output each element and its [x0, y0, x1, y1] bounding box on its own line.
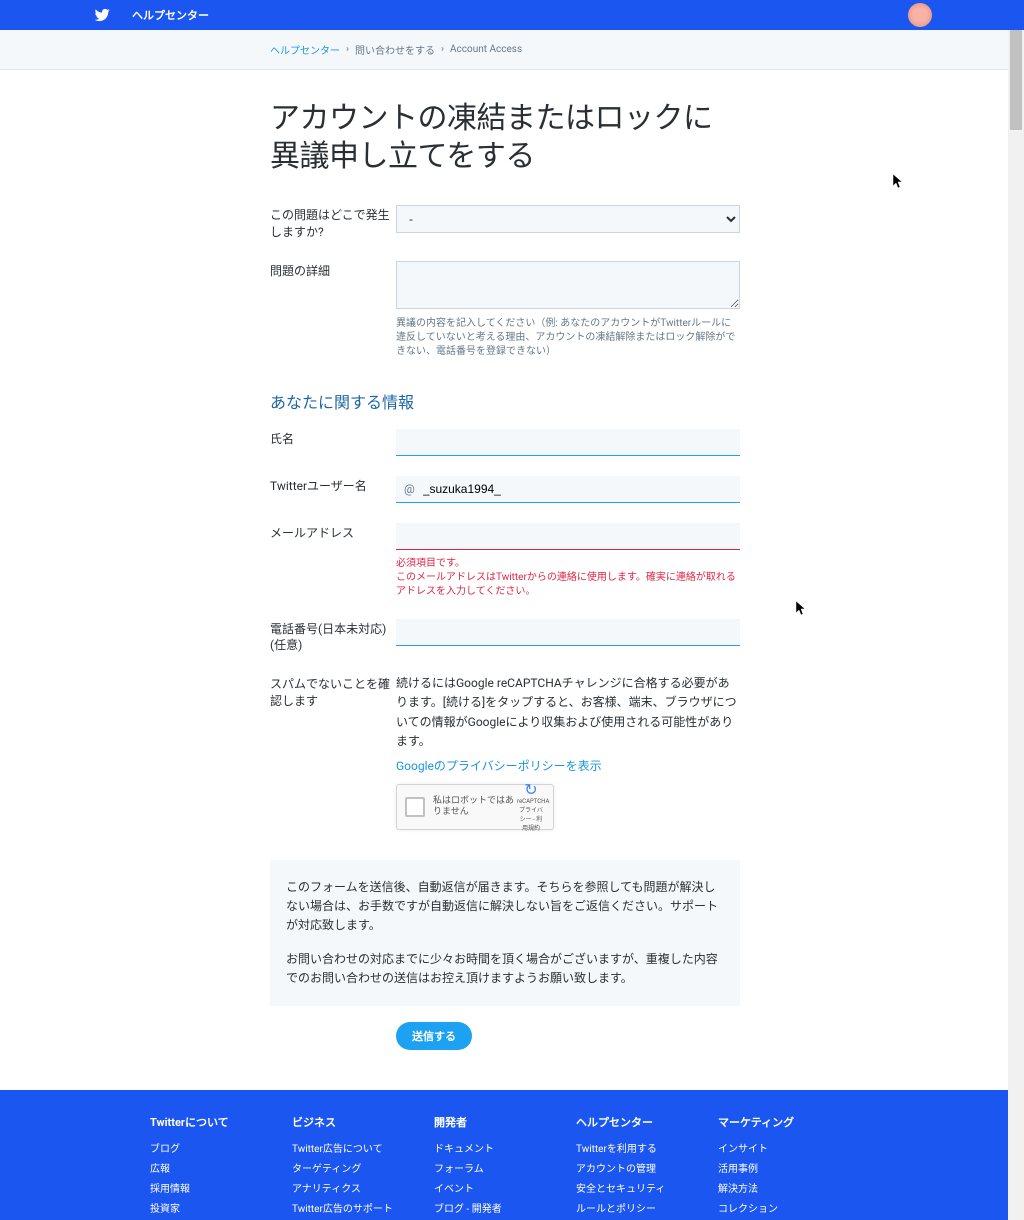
name-input[interactable]: [396, 429, 740, 456]
footer-link[interactable]: 活用事例: [718, 1160, 860, 1175]
footer-link[interactable]: 解決方法: [718, 1180, 860, 1195]
details-textarea[interactable]: [396, 261, 740, 309]
captcha-privacy-link[interactable]: Googleのプライバシーポリシーを表示: [396, 757, 602, 774]
footer-link[interactable]: フォーラム: [434, 1160, 576, 1175]
footer-link[interactable]: 投資家: [150, 1200, 292, 1215]
page-title: アカウントの凍結またはロックに異議申し立てをする: [270, 100, 740, 175]
notice-box: このフォームを送信後、自動返信が届きます。そちらを参照しても問題が解決しない場合…: [270, 860, 740, 1006]
footer-link[interactable]: Twitter広告について: [292, 1140, 434, 1155]
phone-label: 電話番号(日本未対応) (任意): [270, 619, 396, 655]
footer-link[interactable]: ターゲティング: [292, 1160, 434, 1175]
cursor-icon: [893, 174, 905, 190]
email-error: 必須項目です。: [396, 554, 740, 569]
footer-col-head: Twitterについて: [150, 1114, 292, 1130]
footer-link[interactable]: イベント: [434, 1180, 576, 1195]
username-label: Twitterユーザー名: [270, 476, 396, 495]
username-prefix: @: [396, 476, 419, 502]
footer-link[interactable]: アナリティクス: [292, 1180, 434, 1195]
details-label: 問題の詳細: [270, 261, 396, 280]
where-label: この問題はどこで発生しますか?: [270, 205, 396, 241]
avatar[interactable]: [908, 3, 932, 27]
footer-col-head: ビジネス: [292, 1114, 434, 1130]
details-help: 異議の内容を記入してください（例: あなたのアカウントがTwitterルールに違…: [396, 317, 740, 359]
footer-link[interactable]: ルールとポリシー: [576, 1200, 718, 1215]
submit-button[interactable]: 送信する: [396, 1022, 472, 1050]
breadcrumb-item-contact: 問い合わせをする: [355, 42, 435, 57]
footer-link[interactable]: コレクション: [718, 1200, 860, 1215]
footer-col-head: ヘルプセンター: [576, 1114, 718, 1130]
breadcrumb-separator: ›: [346, 44, 349, 55]
footer-link[interactable]: 安全とセキュリティ: [576, 1180, 718, 1195]
where-select[interactable]: -: [396, 205, 740, 233]
breadcrumb-link-help[interactable]: ヘルプセンター: [270, 42, 340, 57]
email-input[interactable]: [396, 523, 740, 550]
phone-input[interactable]: [396, 619, 740, 646]
topbar-title[interactable]: ヘルプセンター: [132, 7, 209, 23]
name-label: 氏名: [270, 429, 396, 448]
recaptcha-logo: ↻ reCAPTCHA プライバシー - 利用規約: [517, 782, 545, 832]
breadcrumb-separator: ›: [441, 44, 444, 55]
email-label: メールアドレス: [270, 523, 396, 542]
footer-link[interactable]: インサイト: [718, 1140, 860, 1155]
captcha-text: 続けるにはGoogle reCAPTCHAチャレンジに合格する必要があります。[…: [396, 674, 740, 751]
footer-link[interactable]: 広報: [150, 1160, 292, 1175]
section-heading: あなたに関する情報: [270, 389, 740, 413]
breadcrumb: ヘルプセンター › 問い合わせをする › Account Access: [270, 30, 1010, 69]
breadcrumb-item-account-access: Account Access: [450, 44, 522, 55]
footer-link[interactable]: 採用情報: [150, 1180, 292, 1195]
notice-p2: お問い合わせの対応までに少々お時間を頂く場合がございますが、重複した内容でのお問…: [286, 950, 724, 988]
footer-link[interactable]: ブログ - 開発者: [434, 1200, 576, 1215]
footer-link[interactable]: アカウントの管理: [576, 1160, 718, 1175]
email-help: このメールアドレスはTwitterからの連絡に使用します。確実に連絡が取れるアド…: [396, 571, 740, 599]
username-input[interactable]: [419, 476, 740, 502]
footer-col-head: マーケティング: [718, 1114, 860, 1130]
footer-link[interactable]: Twitterを利用する: [576, 1140, 718, 1155]
scrollbar[interactable]: [1008, 0, 1024, 1220]
footer-link[interactable]: Twitter広告のサポート: [292, 1200, 434, 1215]
notice-p1: このフォームを送信後、自動返信が届きます。そちらを参照しても問題が解決しない場合…: [286, 878, 724, 936]
footer-link[interactable]: ブログ: [150, 1140, 292, 1155]
captcha-label: スパムでないことを確認します: [270, 674, 396, 710]
footer-col-head: 開発者: [434, 1114, 576, 1130]
topbar: ヘルプセンター: [0, 0, 1024, 30]
footer: Twitterについてブログ広報採用情報投資家 ビジネス Twitter広告について…: [0, 1090, 1024, 1220]
footer-link[interactable]: ドキュメント: [434, 1140, 576, 1155]
cursor-icon: [796, 601, 808, 617]
recaptcha-box[interactable]: 私はロボットではありません ↻ reCAPTCHA プライバシー - 利用規約: [396, 784, 554, 830]
recaptcha-checkbox[interactable]: [405, 797, 425, 817]
twitter-icon[interactable]: [92, 7, 112, 23]
recaptcha-label: 私はロボットではありません: [433, 796, 517, 818]
